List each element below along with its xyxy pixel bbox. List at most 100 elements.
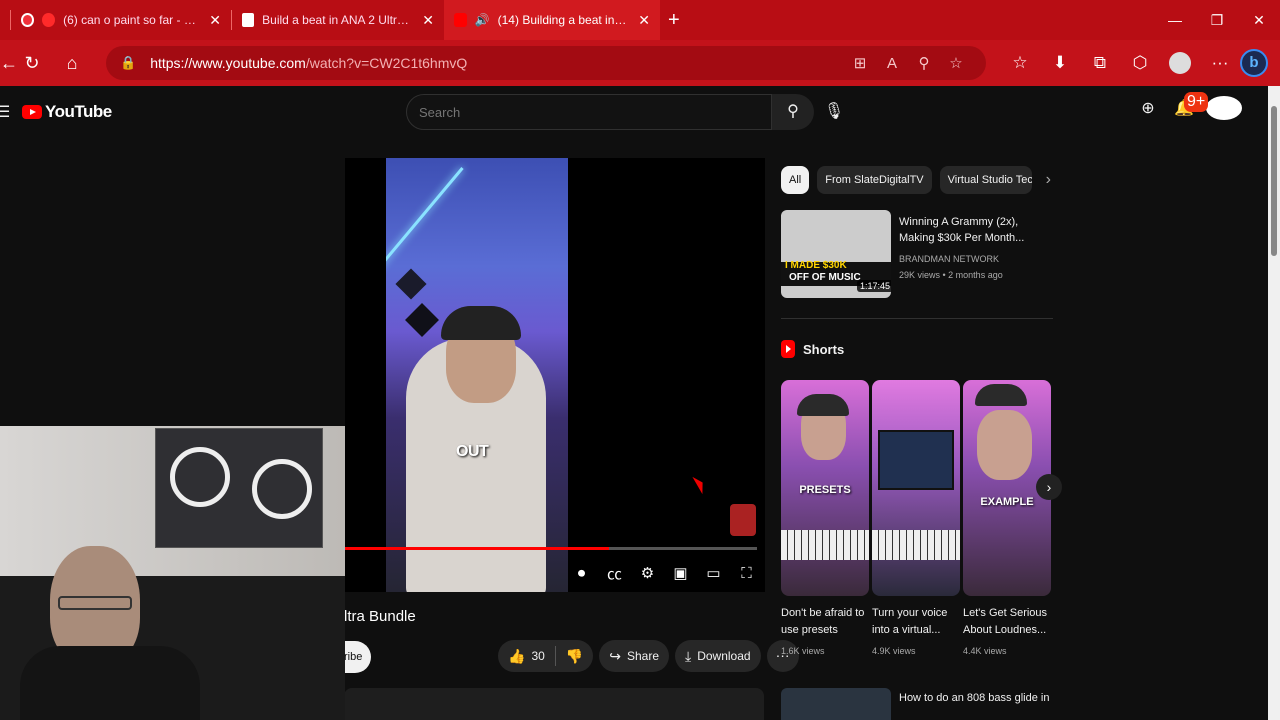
profile-avatar[interactable]: [1169, 52, 1191, 74]
shorts-header: Shorts: [781, 340, 844, 358]
duration-badge: 1:17:45: [857, 280, 891, 292]
tab-gmail[interactable]: Build a beat in ANA 2 Ultra Bund ✕: [232, 0, 444, 40]
bing-copilot-icon[interactable]: b: [1240, 49, 1268, 77]
short-views: 1.6K views: [781, 646, 825, 656]
chevron-right-icon[interactable]: ›: [1046, 171, 1051, 189]
webcam-overlay: [0, 426, 345, 720]
collections-icon[interactable]: ⧉: [1080, 53, 1120, 73]
lock-icon[interactable]: 🔒: [120, 55, 136, 71]
close-tab-icon[interactable]: ✕: [422, 12, 434, 29]
close-tab-icon[interactable]: ✕: [209, 12, 221, 29]
recommended-title[interactable]: How to do an 808 bass glide in: [899, 692, 1049, 704]
youtube-play-icon: [22, 105, 42, 119]
short-card[interactable]: PRESETS: [781, 380, 869, 596]
chip-from-channel[interactable]: From SlateDigitalTV: [817, 166, 932, 194]
captions-icon[interactable]: ㏄: [598, 563, 631, 584]
back-icon[interactable]: ←: [0, 53, 18, 74]
close-window-icon[interactable]: ✕: [1238, 0, 1280, 40]
tab-title: Build a beat in ANA 2 Ultra Bund: [262, 13, 412, 27]
download-button[interactable]: ⤓ Download: [675, 640, 761, 672]
short-keyboard: [872, 530, 960, 560]
short-card[interactable]: [872, 380, 960, 596]
download-label: Download: [697, 649, 751, 663]
home-icon[interactable]: ⌂: [52, 53, 92, 74]
more-menu-icon[interactable]: ···: [1200, 53, 1240, 73]
channel-name[interactable]: BRANDMAN NETWORK: [899, 254, 999, 264]
create-icon[interactable]: ⊕: [1130, 98, 1166, 118]
recommended-video[interactable]: I MADE $30K OFF OF MUSIC 1:17:45 Winning…: [781, 210, 1053, 300]
url-text[interactable]: https://www.youtube.com/watch?v=CW2C1t6h…: [150, 55, 467, 71]
read-aloud-icon[interactable]: A: [876, 55, 908, 72]
video-player[interactable]: OUT ⏺ ㏄ ⚙ ▣ ▭ ⛶: [345, 158, 765, 592]
search-button[interactable]: ⚲: [772, 94, 814, 130]
record-icon: [21, 13, 35, 27]
apps-icon[interactable]: ⊞: [844, 54, 876, 72]
short-title[interactable]: Don't be afraid to use presets: [781, 605, 869, 639]
video-thumbnail[interactable]: I MADE $30K OFF OF MUSIC 1:17:45: [781, 210, 891, 298]
studio-favicon-icon: [42, 13, 56, 27]
extensions-icon[interactable]: ⬡: [1120, 53, 1160, 73]
share-button[interactable]: ↪ Share: [599, 640, 669, 672]
streamer-glasses: [58, 596, 132, 610]
dislike-icon[interactable]: 👎: [566, 648, 583, 665]
restore-icon[interactable]: ❐: [1196, 0, 1238, 40]
short-title[interactable]: Let's Get Serious About Loudnes...: [963, 605, 1051, 639]
download-icon[interactable]: ⬇: [1040, 53, 1080, 73]
video-title: ltra Bundle: [344, 608, 416, 625]
progress-bar[interactable]: [345, 547, 757, 550]
recommended-video[interactable]: How to do an 808 bass glide in: [781, 688, 1053, 720]
shorts-icon: [781, 340, 795, 358]
zoom-icon[interactable]: ⚲: [908, 54, 940, 72]
new-tab-icon[interactable]: +: [668, 9, 680, 32]
wall-painting: [155, 428, 323, 548]
autoplay-toggle-icon[interactable]: ⏺: [565, 565, 598, 582]
theater-mode-icon[interactable]: ▭: [697, 564, 730, 582]
chip-virtual-studio[interactable]: Virtual Studio Techno: [939, 166, 1032, 194]
menu-icon[interactable]: ☰: [0, 102, 10, 122]
tab-overflow[interactable]: [0, 0, 10, 40]
shorts-next-icon[interactable]: ›: [1036, 474, 1062, 500]
browser-toolbar: ← ↻ ⌂ 🔒 https://www.youtube.com/watch?v=…: [0, 40, 1280, 86]
description-box[interactable]: [344, 688, 764, 720]
youtube-logo[interactable]: YouTube: [22, 102, 112, 122]
channel-watermark[interactable]: [730, 504, 756, 536]
subscribe-button[interactable]: ribe: [344, 641, 371, 673]
search-box[interactable]: [406, 94, 772, 130]
miniplayer-icon[interactable]: ▣: [664, 564, 697, 582]
address-bar[interactable]: 🔒 https://www.youtube.com/watch?v=CW2C1t…: [106, 46, 986, 80]
minimize-icon[interactable]: —: [1154, 0, 1196, 40]
notifications-bell-icon[interactable]: 🔔9+: [1166, 92, 1209, 118]
tab-studio[interactable]: (6) can o paint so far - Studi ✕: [11, 0, 231, 40]
recommended-title[interactable]: Winning A Grammy (2x), Making $30k Per M…: [899, 214, 1049, 246]
divider: [554, 646, 556, 666]
tab-title: (14) Building a beat in ANA: [497, 13, 629, 27]
chip-all[interactable]: All: [781, 166, 810, 194]
speaker-icon[interactable]: 🔊: [475, 13, 490, 27]
presenter-cap: [441, 306, 521, 340]
youtube-favicon-icon: [454, 13, 467, 27]
favorites-icon[interactable]: ☆: [1000, 53, 1040, 73]
favorite-add-icon[interactable]: ☆: [940, 54, 972, 72]
video-thumbnail[interactable]: [781, 688, 891, 720]
close-tab-icon[interactable]: ✕: [638, 12, 650, 29]
like-icon[interactable]: 👍: [508, 648, 525, 665]
share-icon: ↪: [609, 647, 621, 664]
like-count[interactable]: 30: [531, 649, 544, 663]
refresh-icon[interactable]: ↻: [12, 53, 52, 74]
account-avatar[interactable]: [1206, 96, 1242, 120]
notification-badge: 9+: [1184, 92, 1209, 112]
shorts-label: Shorts: [803, 341, 845, 357]
video-actions: 👍 30 👎 ↪ Share ⤓ Download ···: [498, 640, 799, 672]
page-scrollbar[interactable]: [1268, 86, 1280, 720]
fullscreen-icon[interactable]: ⛶: [730, 565, 763, 582]
voice-search-icon[interactable]: 🎙: [820, 94, 848, 130]
video-frame: OUT: [386, 158, 568, 592]
settings-gear-icon[interactable]: ⚙: [631, 564, 664, 582]
like-dislike-group: 👍 30 👎: [498, 640, 594, 672]
address-bar-tools: ⊞ A ⚲ ☆: [844, 46, 972, 80]
more-actions-icon[interactable]: ···: [766, 640, 799, 672]
search-input[interactable]: [419, 104, 771, 120]
tab-youtube-active[interactable]: 🔊 (14) Building a beat in ANA ✕: [444, 0, 660, 40]
short-title[interactable]: Turn your voice into a virtual...: [872, 605, 960, 639]
scrollbar-thumb[interactable]: [1271, 106, 1277, 256]
